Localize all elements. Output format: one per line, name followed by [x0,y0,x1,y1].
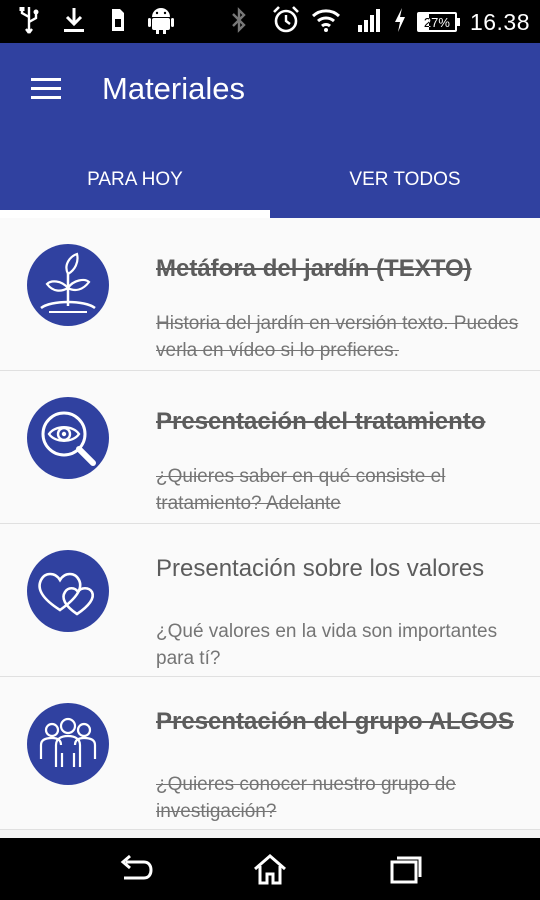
android-icon [148,6,174,39]
list-item[interactable]: Metáfora del jardín (TEXTO) Historia del… [0,218,540,371]
battery-percent: 27% [423,15,450,30]
plant-sprout-icon [27,244,109,326]
battery-icon: 27% [416,12,457,32]
item-description: ¿Quieres conocer nuestro grupo de invest… [156,774,456,822]
wifi-icon [311,7,341,38]
battery-tip [456,18,460,26]
page-title: Materiales [102,71,245,106]
item-description: Historia del jardín en versión texto. Pu… [156,313,519,361]
status-bar-left-icons [18,6,174,38]
list-item[interactable]: Presentación del tratamiento ¿Quieres sa… [0,371,540,524]
back-icon[interactable] [116,852,156,886]
hamburger-menu-icon[interactable] [28,74,64,104]
materials-list: Metáfora del jardín (TEXTO) Historia del… [0,218,540,838]
list-item[interactable]: Presentación sobre los valores ¿Qué valo… [0,524,540,677]
app-bar: Materiales PARA HOY VER TODOS [0,43,540,218]
tab-para-hoy[interactable]: PARA HOY [0,151,270,218]
item-title: Presentación del grupo ALGOS [156,708,514,735]
item-title: Presentación del tratamiento [156,408,486,435]
status-bar: 27% 16.38 [0,0,540,43]
home-icon[interactable] [250,852,290,886]
tab-selected-indicator [0,210,270,218]
charging-icon [393,7,407,38]
tab-bar: PARA HOY VER TODOS [0,151,540,218]
status-bar-right-icons: 27% 16.38 [231,5,530,40]
status-time: 16.38 [469,8,530,35]
eye-magnifier-icon [27,397,109,479]
item-description: ¿Qué valores en la vida son importantes … [156,621,498,669]
two-hearts-icon [27,550,109,632]
bluetooth-icon [231,6,247,39]
item-title: Presentación sobre los valores [156,555,485,582]
item-title: Metáfora del jardín (TEXTO) [156,255,472,282]
download-icon [62,6,86,39]
recents-icon[interactable] [386,852,426,886]
item-description: ¿Quieres saber en qué consiste el tratam… [156,466,446,514]
usb-icon [18,5,40,40]
list-item[interactable]: Presentación del grupo ALGOS ¿Quieres co… [0,677,540,830]
tab-ver-todos[interactable]: VER TODOS [270,151,540,218]
alarm-icon [271,5,301,40]
signal-icon [357,7,383,38]
navigation-bar [0,838,540,900]
sim-card-icon [108,7,126,38]
group-people-icon [27,703,109,785]
